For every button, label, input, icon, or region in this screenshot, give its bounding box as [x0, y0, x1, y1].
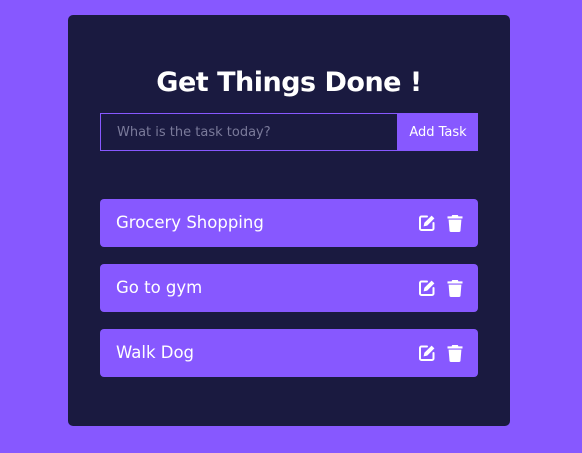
todo-text[interactable]: Go to gym	[116, 264, 202, 312]
page-title: Get Things Done !	[156, 67, 422, 98]
todo-item: Grocery Shopping	[100, 199, 478, 247]
trash-icon[interactable]	[446, 344, 464, 362]
trash-icon[interactable]	[446, 214, 464, 232]
todo-form: Add Task	[100, 113, 478, 151]
todo-item: Walk Dog	[100, 329, 478, 377]
todo-card: Get Things Done ! Add Task Grocery Shopp…	[68, 15, 510, 426]
todo-item: Go to gym	[100, 264, 478, 312]
todo-text[interactable]: Grocery Shopping	[116, 199, 264, 247]
edit-icon[interactable]	[418, 344, 436, 362]
add-task-button[interactable]: Add Task	[398, 113, 478, 151]
todo-text[interactable]: Walk Dog	[116, 329, 194, 377]
task-input[interactable]	[100, 113, 398, 151]
edit-icon[interactable]	[418, 279, 436, 297]
trash-icon[interactable]	[446, 279, 464, 297]
edit-icon[interactable]	[418, 214, 436, 232]
todo-list: Grocery Shopping Go to gym Walk Dog	[100, 199, 478, 394]
